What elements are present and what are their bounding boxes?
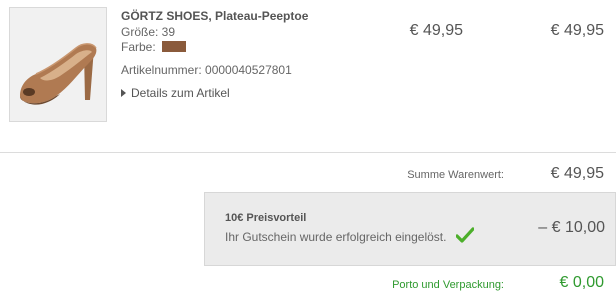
product-color-label: Farbe:	[121, 40, 156, 54]
triangle-right-icon	[121, 89, 126, 97]
unit-price: € 49,95	[409, 22, 463, 39]
details-link-label: Details zum Artikel	[131, 86, 230, 100]
voucher-message: Ihr Gutschein wurde erfolgreich eingelös…	[225, 230, 447, 244]
voucher-title: 10€ Preisvorteil	[225, 212, 307, 224]
voucher-discount-value: – € 10,00	[538, 219, 605, 236]
details-link[interactable]: Details zum Artikel	[121, 86, 230, 100]
product-article-number: Artikelnummer: 0000040527801	[121, 63, 292, 77]
product-image[interactable]	[9, 7, 107, 122]
shipping-value: € 0,00	[559, 274, 604, 291]
voucher-box: 10€ Preisvorteil Ihr Gutschein wurde erf…	[204, 192, 616, 266]
peeptoe-shoe-icon	[10, 8, 106, 121]
color-swatch	[162, 41, 186, 52]
goods-value: € 49,95	[550, 165, 604, 182]
checkmark-icon	[456, 227, 474, 243]
goods-value-label: Summe Warenwert:	[407, 169, 504, 181]
shipping-label: Porto und Verpackung:	[392, 279, 504, 291]
divider	[0, 152, 616, 153]
product-name[interactable]: GÖRTZ SHOES, Plateau-Peeptoe	[121, 9, 308, 23]
line-total-price: € 49,95	[550, 22, 604, 39]
product-size: Größe: 39	[121, 25, 176, 39]
